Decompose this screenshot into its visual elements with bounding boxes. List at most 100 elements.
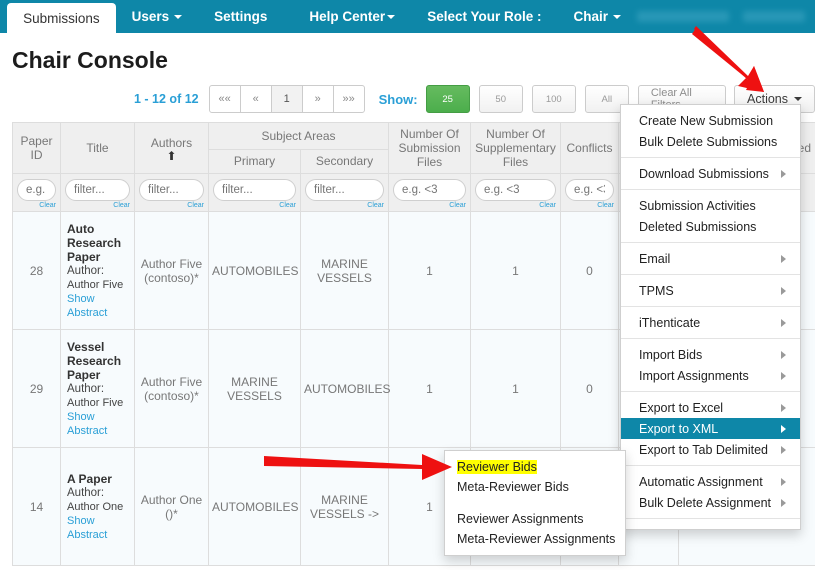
clear-filter-title[interactable]: Clear xyxy=(65,202,130,209)
menu-item-import-assignments[interactable]: Import Assignments xyxy=(621,365,800,386)
submenu-item-meta-reviewer-bids[interactable]: Meta-Reviewer Bids xyxy=(445,477,625,497)
menu-item-label: Bulk Delete Submissions xyxy=(639,135,777,149)
header-number-of-submission-files[interactable]: Number Of Submission Files xyxy=(389,123,471,174)
menu-item-label: Submission Activities xyxy=(639,199,756,213)
clear-filter-conflicts[interactable]: Clear xyxy=(565,202,614,209)
show-link[interactable]: Show xyxy=(67,410,131,424)
paper-title[interactable]: A Paper xyxy=(67,472,131,486)
filter-cell-title: Clear xyxy=(61,174,135,212)
chevron-right-icon xyxy=(781,319,786,327)
menu-item-label: Bulk Delete Assignment xyxy=(639,496,771,510)
abstract-link[interactable]: Abstract xyxy=(67,424,131,438)
filter-input-title[interactable] xyxy=(65,179,130,201)
pager-page-1[interactable]: 1 xyxy=(271,85,303,113)
show-link[interactable]: Show xyxy=(67,292,131,306)
nav-role-chair[interactable]: Chair xyxy=(557,0,637,33)
pager-last[interactable]: »» xyxy=(333,85,365,113)
cell-secondary-subject: AUTOMOBILES xyxy=(301,330,389,448)
menu-item-email[interactable]: Email xyxy=(621,248,800,269)
cell-supplementary-files[interactable]: 1 xyxy=(471,330,561,448)
clear-filter-authors[interactable]: Clear xyxy=(139,202,204,209)
nav-tab-submissions-label: Submissions xyxy=(23,11,100,26)
filter-input-submission-files[interactable] xyxy=(393,179,466,201)
submenu-item-meta-reviewer-assignments[interactable]: Meta-Reviewer Assignments xyxy=(445,529,625,549)
menu-item-deleted-submissions[interactable]: Deleted Submissions xyxy=(621,216,800,237)
pager-prev[interactable]: « xyxy=(240,85,272,113)
menu-item-label: Deleted Submissions xyxy=(639,220,756,234)
page-title: Chair Console xyxy=(12,47,815,74)
menu-item-ithenticate[interactable]: iThenticate xyxy=(621,312,800,333)
menu-item-automatic-assignment[interactable]: Automatic Assignment xyxy=(621,471,800,492)
abstract-link[interactable]: Abstract xyxy=(67,528,131,542)
menu-item-label: TPMS xyxy=(639,284,674,298)
menu-item-submission-activities[interactable]: Submission Activities xyxy=(621,195,800,216)
pagination: «« « 1 » »» xyxy=(209,85,365,113)
cell-supplementary-files[interactable]: 1 xyxy=(471,212,561,330)
clear-filter-secondary[interactable]: Clear xyxy=(305,202,384,209)
filter-input-authors[interactable] xyxy=(139,179,204,201)
filter-input-paper-id[interactable] xyxy=(17,179,56,201)
filter-cell-authors: Clear xyxy=(135,174,209,212)
menu-item-import-bids[interactable]: Import Bids xyxy=(621,344,800,365)
pager-next[interactable]: » xyxy=(302,85,334,113)
menu-divider xyxy=(621,518,800,519)
header-authors[interactable]: Authors ⬆ xyxy=(135,123,209,174)
menu-divider xyxy=(621,338,800,339)
submenu-item-label: Reviewer Bids xyxy=(457,460,537,474)
clear-filter-submission-files[interactable]: Clear xyxy=(393,202,466,209)
nav-tab-settings-label: Settings xyxy=(214,9,267,24)
paper-title[interactable]: Vessel Research Paper xyxy=(67,340,131,382)
cell-submission-files[interactable]: 1 xyxy=(389,330,471,448)
submenu-item-reviewer-assignments[interactable]: Reviewer Assignments xyxy=(445,509,625,529)
abstract-link[interactable]: Abstract xyxy=(67,306,131,320)
menu-item-create-new-submission[interactable]: Create New Submission xyxy=(621,110,800,131)
show-100-button[interactable]: 100 xyxy=(532,85,576,113)
cell-paper-id[interactable]: 28 xyxy=(13,212,61,330)
menu-divider xyxy=(621,242,800,243)
cell-authors: Author Five (contoso)* xyxy=(135,330,209,448)
show-link[interactable]: Show xyxy=(67,514,131,528)
menu-item-label: Create New Submission xyxy=(639,114,773,128)
show-25-button[interactable]: 25 xyxy=(426,85,470,113)
header-secondary[interactable]: Secondary xyxy=(301,149,389,173)
menu-divider xyxy=(621,306,800,307)
nav-tab-submissions[interactable]: Submissions xyxy=(7,3,116,33)
header-primary[interactable]: Primary xyxy=(209,149,301,173)
cell-conflicts[interactable]: 0 xyxy=(561,330,619,448)
clear-filter-supplementary-files[interactable]: Clear xyxy=(475,202,556,209)
chevron-right-icon xyxy=(781,255,786,263)
pager-first[interactable]: «« xyxy=(209,85,241,113)
header-paper-id[interactable]: Paper ID xyxy=(13,123,61,174)
submenu-item-reviewer-bids[interactable]: Reviewer Bids xyxy=(445,457,625,477)
menu-item-bulk-delete-assignment[interactable]: Bulk Delete Assignment xyxy=(621,492,800,513)
cell-submission-files[interactable]: 1 xyxy=(389,212,471,330)
filter-input-secondary[interactable] xyxy=(305,179,384,201)
nav-tab-settings[interactable]: Settings xyxy=(198,0,283,33)
menu-item-export-to-xml[interactable]: Export to XML xyxy=(621,418,800,439)
filter-input-primary[interactable] xyxy=(213,179,296,201)
menu-item-export-to-excel[interactable]: Export to Excel xyxy=(621,397,800,418)
menu-item-tpms[interactable]: TPMS xyxy=(621,280,800,301)
nav-tab-users[interactable]: Users xyxy=(116,0,199,33)
show-50-button[interactable]: 50 xyxy=(479,85,523,113)
chevron-down-icon xyxy=(387,15,395,19)
clear-filter-paper-id[interactable]: Clear xyxy=(17,202,56,209)
cell-conflicts[interactable]: 0 xyxy=(561,212,619,330)
clear-filter-primary[interactable]: Clear xyxy=(213,202,296,209)
filter-input-conflicts[interactable] xyxy=(565,179,614,201)
menu-item-label: iThenticate xyxy=(639,316,700,330)
cell-primary-subject: AUTOMOBILES xyxy=(209,212,301,330)
header-title[interactable]: Title xyxy=(61,123,135,174)
nav-help-center[interactable]: Help Center xyxy=(293,0,411,33)
header-number-of-supplementary-files[interactable]: Number Of Supplementary Files xyxy=(471,123,561,174)
filter-input-supplementary-files[interactable] xyxy=(475,179,556,201)
cell-paper-id[interactable]: 14 xyxy=(13,448,61,566)
menu-item-bulk-delete-submissions[interactable]: Bulk Delete Submissions xyxy=(621,131,800,152)
menu-divider xyxy=(621,465,800,466)
paper-title[interactable]: Auto Research Paper xyxy=(67,222,131,264)
menu-item-download-submissions[interactable]: Download Submissions xyxy=(621,163,800,184)
filter-cell-submission-files: Clear xyxy=(389,174,471,212)
header-conflicts[interactable]: Conflicts xyxy=(561,123,619,174)
menu-item-export-to-tab-delimited[interactable]: Export to Tab Delimited xyxy=(621,439,800,460)
cell-paper-id[interactable]: 29 xyxy=(13,330,61,448)
